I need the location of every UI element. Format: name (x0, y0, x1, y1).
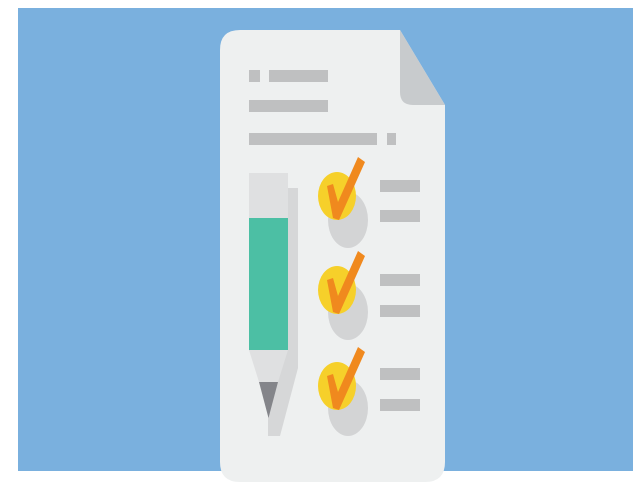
item-line-1 (380, 368, 420, 380)
pencil-cap (249, 173, 288, 218)
header-line-3 (249, 133, 377, 145)
header-bullet (249, 70, 260, 82)
header-line-2 (249, 100, 328, 112)
document-icon (220, 30, 445, 482)
item-line-1 (380, 274, 420, 286)
header-line-3-end (387, 133, 396, 145)
checklist-illustration (0, 0, 633, 501)
item-line-2 (380, 210, 420, 222)
item-line-1 (380, 180, 420, 192)
item-line-2 (380, 399, 420, 411)
item-line-2 (380, 305, 420, 317)
pencil-body (249, 218, 288, 350)
header-line-1 (269, 70, 328, 82)
